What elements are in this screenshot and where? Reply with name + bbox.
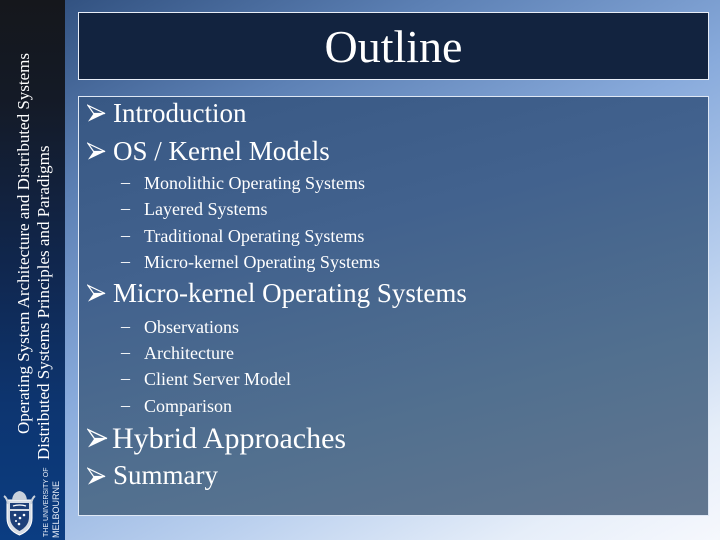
slide: Operating System Architecture and Distri… [0, 0, 720, 540]
outline-item-introduction: Introduction [113, 98, 247, 128]
arrow-bullet-icon [87, 284, 106, 302]
course-title-line-1: Operating System Architecture and Distri… [14, 52, 33, 434]
outline-subitem: Architecture [144, 343, 234, 363]
outline-subitem: Traditional Operating Systems [144, 226, 365, 246]
title-box: Outline [78, 12, 709, 80]
sidebar: Operating System Architecture and Distri… [0, 0, 65, 540]
outline-subitem: Observations [144, 317, 239, 337]
outline-item-summary: Summary [113, 460, 218, 490]
outline-item-os-kernel-models: OS / Kernel Models [113, 136, 330, 166]
outline-item-hybrid-approaches: Hybrid Approaches [112, 422, 347, 455]
dash-bullet: – [121, 225, 130, 245]
dash-bullet: – [121, 172, 130, 192]
dash-bullet: – [121, 198, 130, 218]
dash-bullet: – [121, 251, 130, 271]
outline-subitem: Layered Systems [144, 199, 268, 219]
arrow-bullet-icon [87, 104, 106, 122]
dash-bullet: – [121, 368, 130, 388]
arrow-bullet-icon [87, 142, 106, 160]
university-crest-icon [3, 491, 36, 536]
outline-item-micro-kernel: Micro-kernel Operating Systems [113, 278, 467, 308]
slide-title: Outline [324, 21, 463, 72]
dash-bullet: – [121, 395, 130, 415]
outline-subitem: Micro-kernel Operating Systems [144, 252, 380, 272]
outline-subitem: Comparison [144, 396, 232, 416]
dash-bullet: – [121, 342, 130, 362]
outline-subitem: Client Server Model [144, 369, 291, 389]
dash-bullet: – [121, 316, 130, 336]
logo-text-line-1: THE UNIVERSITY OF [43, 467, 50, 538]
logo-text-line-2: MELBOURNE [51, 480, 61, 538]
arrow-bullet-icon [87, 428, 108, 448]
arrow-bullet-icon [87, 467, 106, 485]
outline-subitem: Monolithic Operating Systems [144, 173, 365, 193]
course-title-line-2: Distributed Systems Principles and Parad… [34, 145, 53, 460]
